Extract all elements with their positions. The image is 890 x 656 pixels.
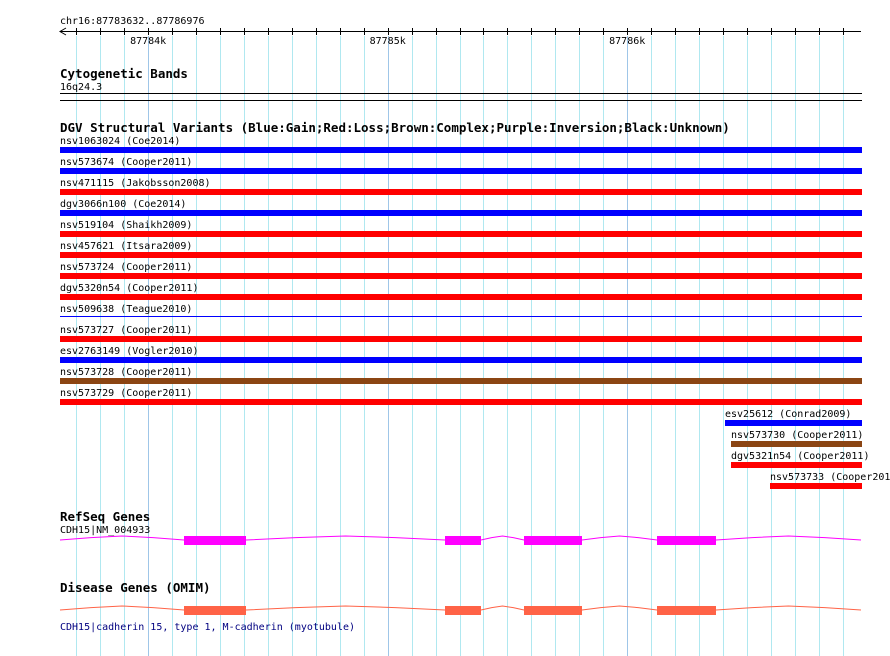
variant-bar[interactable]	[60, 294, 862, 300]
variant-label[interactable]: nsv573729 (Cooper2011)	[60, 388, 192, 399]
variant-feature[interactable]: nsv573730 (Cooper2011)	[731, 430, 863, 447]
exon-block[interactable]	[445, 606, 481, 615]
variant-bar[interactable]	[60, 210, 862, 216]
variant-label[interactable]: dgv3066n100 (Coe2014)	[60, 199, 186, 210]
intron-line	[581, 535, 658, 541]
ruler-tick-label: 87785k	[370, 36, 406, 47]
genome-browser-panel: chr16:87783632..87786976 87784k 87785k 877…	[0, 0, 890, 656]
variant-bar[interactable]	[731, 462, 862, 468]
dgv-track-title: DGV Structural Variants (Blue:Gain;Red:L…	[60, 120, 730, 135]
variant-bar[interactable]	[60, 357, 862, 363]
cytoband-label[interactable]: 16q24.3	[60, 82, 102, 93]
refseq-gene-label[interactable]: CDH15|NM_004933	[60, 525, 150, 536]
intron-line	[715, 535, 862, 541]
variant-bar[interactable]	[60, 273, 862, 279]
variant-label[interactable]: nsv519104 (Shaikh2009)	[60, 220, 192, 231]
variant-label[interactable]: dgv5321n54 (Cooper2011)	[731, 451, 869, 462]
intron-line	[480, 605, 525, 611]
variant-bar[interactable]	[731, 441, 862, 447]
intron-line	[245, 605, 446, 611]
refseq-track-title: RefSeq Genes	[60, 509, 150, 524]
variant-bar[interactable]	[60, 378, 862, 384]
variant-label[interactable]: nsv573733 (Cooper2011)	[770, 472, 890, 483]
track-canvas: chr16:87783632..87786976 87784k 87785k 877…	[59, 16, 890, 656]
exon-block[interactable]	[524, 606, 582, 615]
variant-label[interactable]: esv2763149 (Vogler2010)	[60, 346, 198, 357]
variant-bar[interactable]	[60, 147, 862, 153]
variant-bar[interactable]	[60, 189, 862, 195]
variant-bar[interactable]	[60, 252, 862, 258]
variant-label[interactable]: nsv573724 (Cooper2011)	[60, 262, 192, 273]
variant-label[interactable]: nsv573728 (Cooper2011)	[60, 367, 192, 378]
variant-bar[interactable]	[60, 336, 862, 342]
exon-block[interactable]	[657, 536, 716, 545]
variant-label[interactable]: nsv471115 (Jakobsson2008)	[60, 178, 211, 189]
variant-label[interactable]: dgv5320n54 (Cooper2011)	[60, 283, 198, 294]
refseq-gene-model[interactable]	[59, 535, 862, 545]
intron-line	[480, 535, 525, 541]
dgv-track: nsv1063024 (Coe2014) nsv573674 (Cooper201…	[60, 136, 890, 489]
ruler-tick-label: 87784k	[130, 36, 166, 47]
variant-label[interactable]: nsv573727 (Cooper2011)	[60, 325, 192, 336]
variant-label[interactable]: nsv1063024 (Coe2014)	[60, 136, 180, 147]
intron-line	[59, 605, 185, 611]
region-label: chr16:87783632..87786976	[60, 16, 205, 27]
variant-label[interactable]: nsv509638 (Teague2010)	[60, 304, 192, 315]
exon-block[interactable]	[445, 536, 481, 545]
variant-label[interactable]: nsv573674 (Cooper2011)	[60, 157, 192, 168]
variant-feature[interactable]: dgv5321n54 (Cooper2011)	[731, 451, 869, 468]
omim-track-title: Disease Genes (OMIM)	[60, 580, 211, 595]
variant-feature[interactable]: esv25612 (Conrad2009)	[725, 409, 862, 426]
exon-block[interactable]	[657, 606, 716, 615]
exon-block[interactable]	[524, 536, 582, 545]
intron-line	[245, 535, 446, 541]
variant-bar[interactable]	[60, 399, 862, 405]
intron-line	[715, 605, 862, 611]
variant-bar[interactable]	[770, 483, 862, 489]
cytoband-track-title: Cytogenetic Bands	[60, 66, 188, 81]
variant-feature[interactable]: nsv573733 (Cooper2011)	[770, 472, 890, 489]
variant-bar[interactable]	[60, 168, 862, 174]
ruler-tick-label: 87786k	[609, 36, 645, 47]
exon-block[interactable]	[184, 536, 246, 545]
omim-gene-label[interactable]: CDH15|cadherin 15, type 1, M-cadherin (m…	[60, 622, 355, 633]
exon-block[interactable]	[184, 606, 246, 615]
intron-line	[581, 605, 658, 611]
omim-gene-model[interactable]	[59, 605, 862, 615]
variant-bar[interactable]	[725, 420, 862, 426]
variant-label[interactable]: esv25612 (Conrad2009)	[725, 409, 851, 420]
variant-bar[interactable]	[60, 231, 862, 237]
intron-line	[59, 535, 185, 541]
variant-label[interactable]: nsv457621 (Itsara2009)	[60, 241, 192, 252]
variant-label[interactable]: nsv573730 (Cooper2011)	[731, 430, 863, 441]
